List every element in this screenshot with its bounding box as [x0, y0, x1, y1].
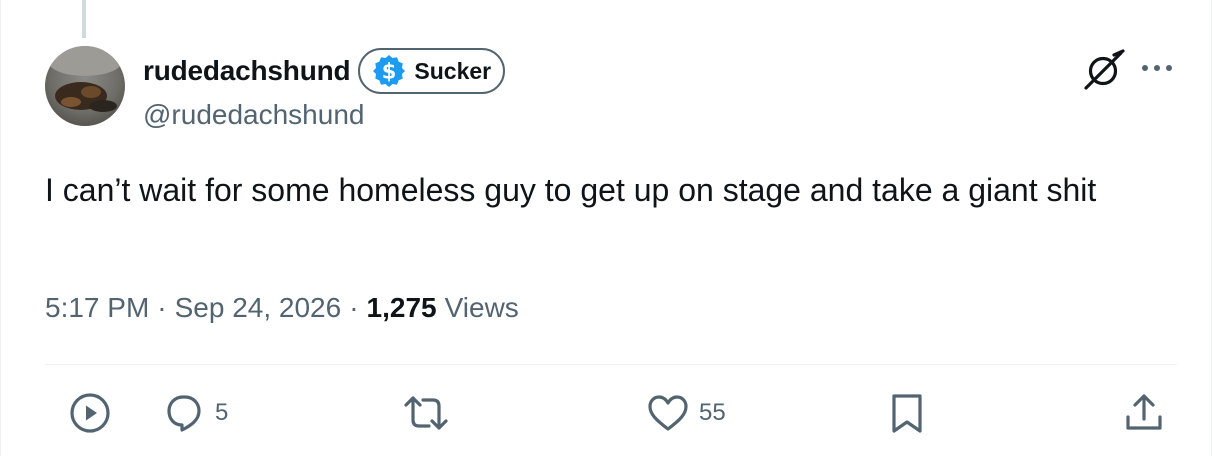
meta-separator: · [157, 292, 167, 323]
tweet-text: I can’t wait for some homeless guy to ge… [45, 172, 1097, 208]
author-handle[interactable]: @rudedachshund [143, 99, 364, 131]
author-name-row: rudedachshund $ Sucker [143, 46, 506, 96]
tweet-date[interactable]: Sep 24, 2026 [175, 292, 342, 324]
bookmark-button[interactable] [884, 389, 930, 437]
repost-icon [404, 396, 448, 430]
reply-button[interactable]: 5 [161, 389, 228, 437]
share-button[interactable] [1121, 389, 1167, 437]
subscription-badge[interactable]: $ Sucker [358, 48, 506, 94]
views-count: 1,275 [366, 292, 437, 323]
tweet-meta: 5:17 PM · Sep 24, 2026 · 1,275 Views [45, 292, 519, 324]
reply-count: 5 [215, 399, 229, 426]
grok-icon[interactable] [1081, 48, 1125, 92]
view-analytics-button[interactable] [67, 389, 113, 437]
author-display-name[interactable]: rudedachshund [143, 55, 351, 87]
avatar[interactable] [45, 46, 125, 126]
play-circle-icon [70, 393, 110, 433]
badge-label: Sucker [414, 57, 492, 84]
tweet-time[interactable]: 5:17 PM [45, 292, 149, 324]
like-count: 55 [699, 399, 726, 426]
action-bar-divider [45, 364, 1177, 365]
heart-icon [648, 395, 688, 431]
meta-separator: · [349, 292, 359, 323]
dollar-coin-icon: $ [373, 55, 406, 87]
views-label: Views [444, 292, 519, 323]
share-icon [1126, 394, 1162, 430]
repost-button[interactable] [401, 389, 451, 437]
svg-text:$: $ [382, 60, 397, 84]
like-button[interactable]: 55 [645, 389, 726, 437]
thread-connector-line [82, 0, 86, 38]
tweet-card: rudedachshund $ Sucker @rudedachshund I … [0, 0, 1212, 456]
more-options-icon[interactable] [1139, 54, 1175, 82]
bookmark-icon [892, 394, 922, 433]
reply-bubble-icon [167, 395, 201, 432]
